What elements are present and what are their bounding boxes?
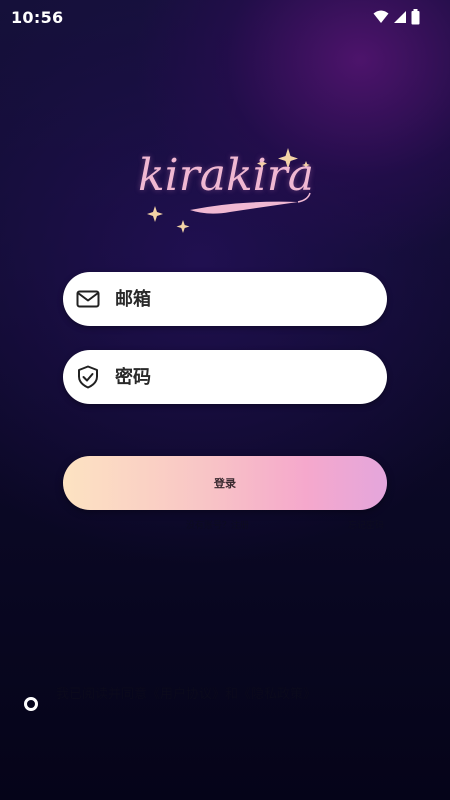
shield-icon (78, 365, 98, 389)
login-screen: 10:56 kirakira 邮箱 登录 没有账号？注册 忘记密码 我已阅读并同… (0, 0, 450, 800)
register-link[interactable]: 没有账号？注册 (186, 518, 249, 531)
signal-icon (394, 11, 406, 23)
agreement-text: 我已阅读并同意《用户协议》和《隐私政策》 (56, 687, 317, 702)
battery-icon (411, 9, 420, 25)
status-time: 10:56 (11, 8, 64, 27)
wifi-icon (373, 10, 389, 23)
status-icons (373, 8, 420, 26)
app-logo: kirakira (120, 140, 330, 240)
forgot-password-link[interactable]: 忘记密码 (348, 518, 384, 531)
status-bar: 10:56 (0, 0, 450, 34)
logo-text: kirakira (138, 150, 314, 201)
password-input-container[interactable] (63, 350, 387, 404)
email-input[interactable] (115, 272, 375, 326)
login-button[interactable]: 登录 (63, 456, 387, 510)
password-input[interactable] (115, 350, 375, 404)
agreement-radio[interactable] (24, 697, 38, 711)
mail-icon (76, 290, 100, 308)
email-input-container[interactable] (63, 272, 387, 326)
